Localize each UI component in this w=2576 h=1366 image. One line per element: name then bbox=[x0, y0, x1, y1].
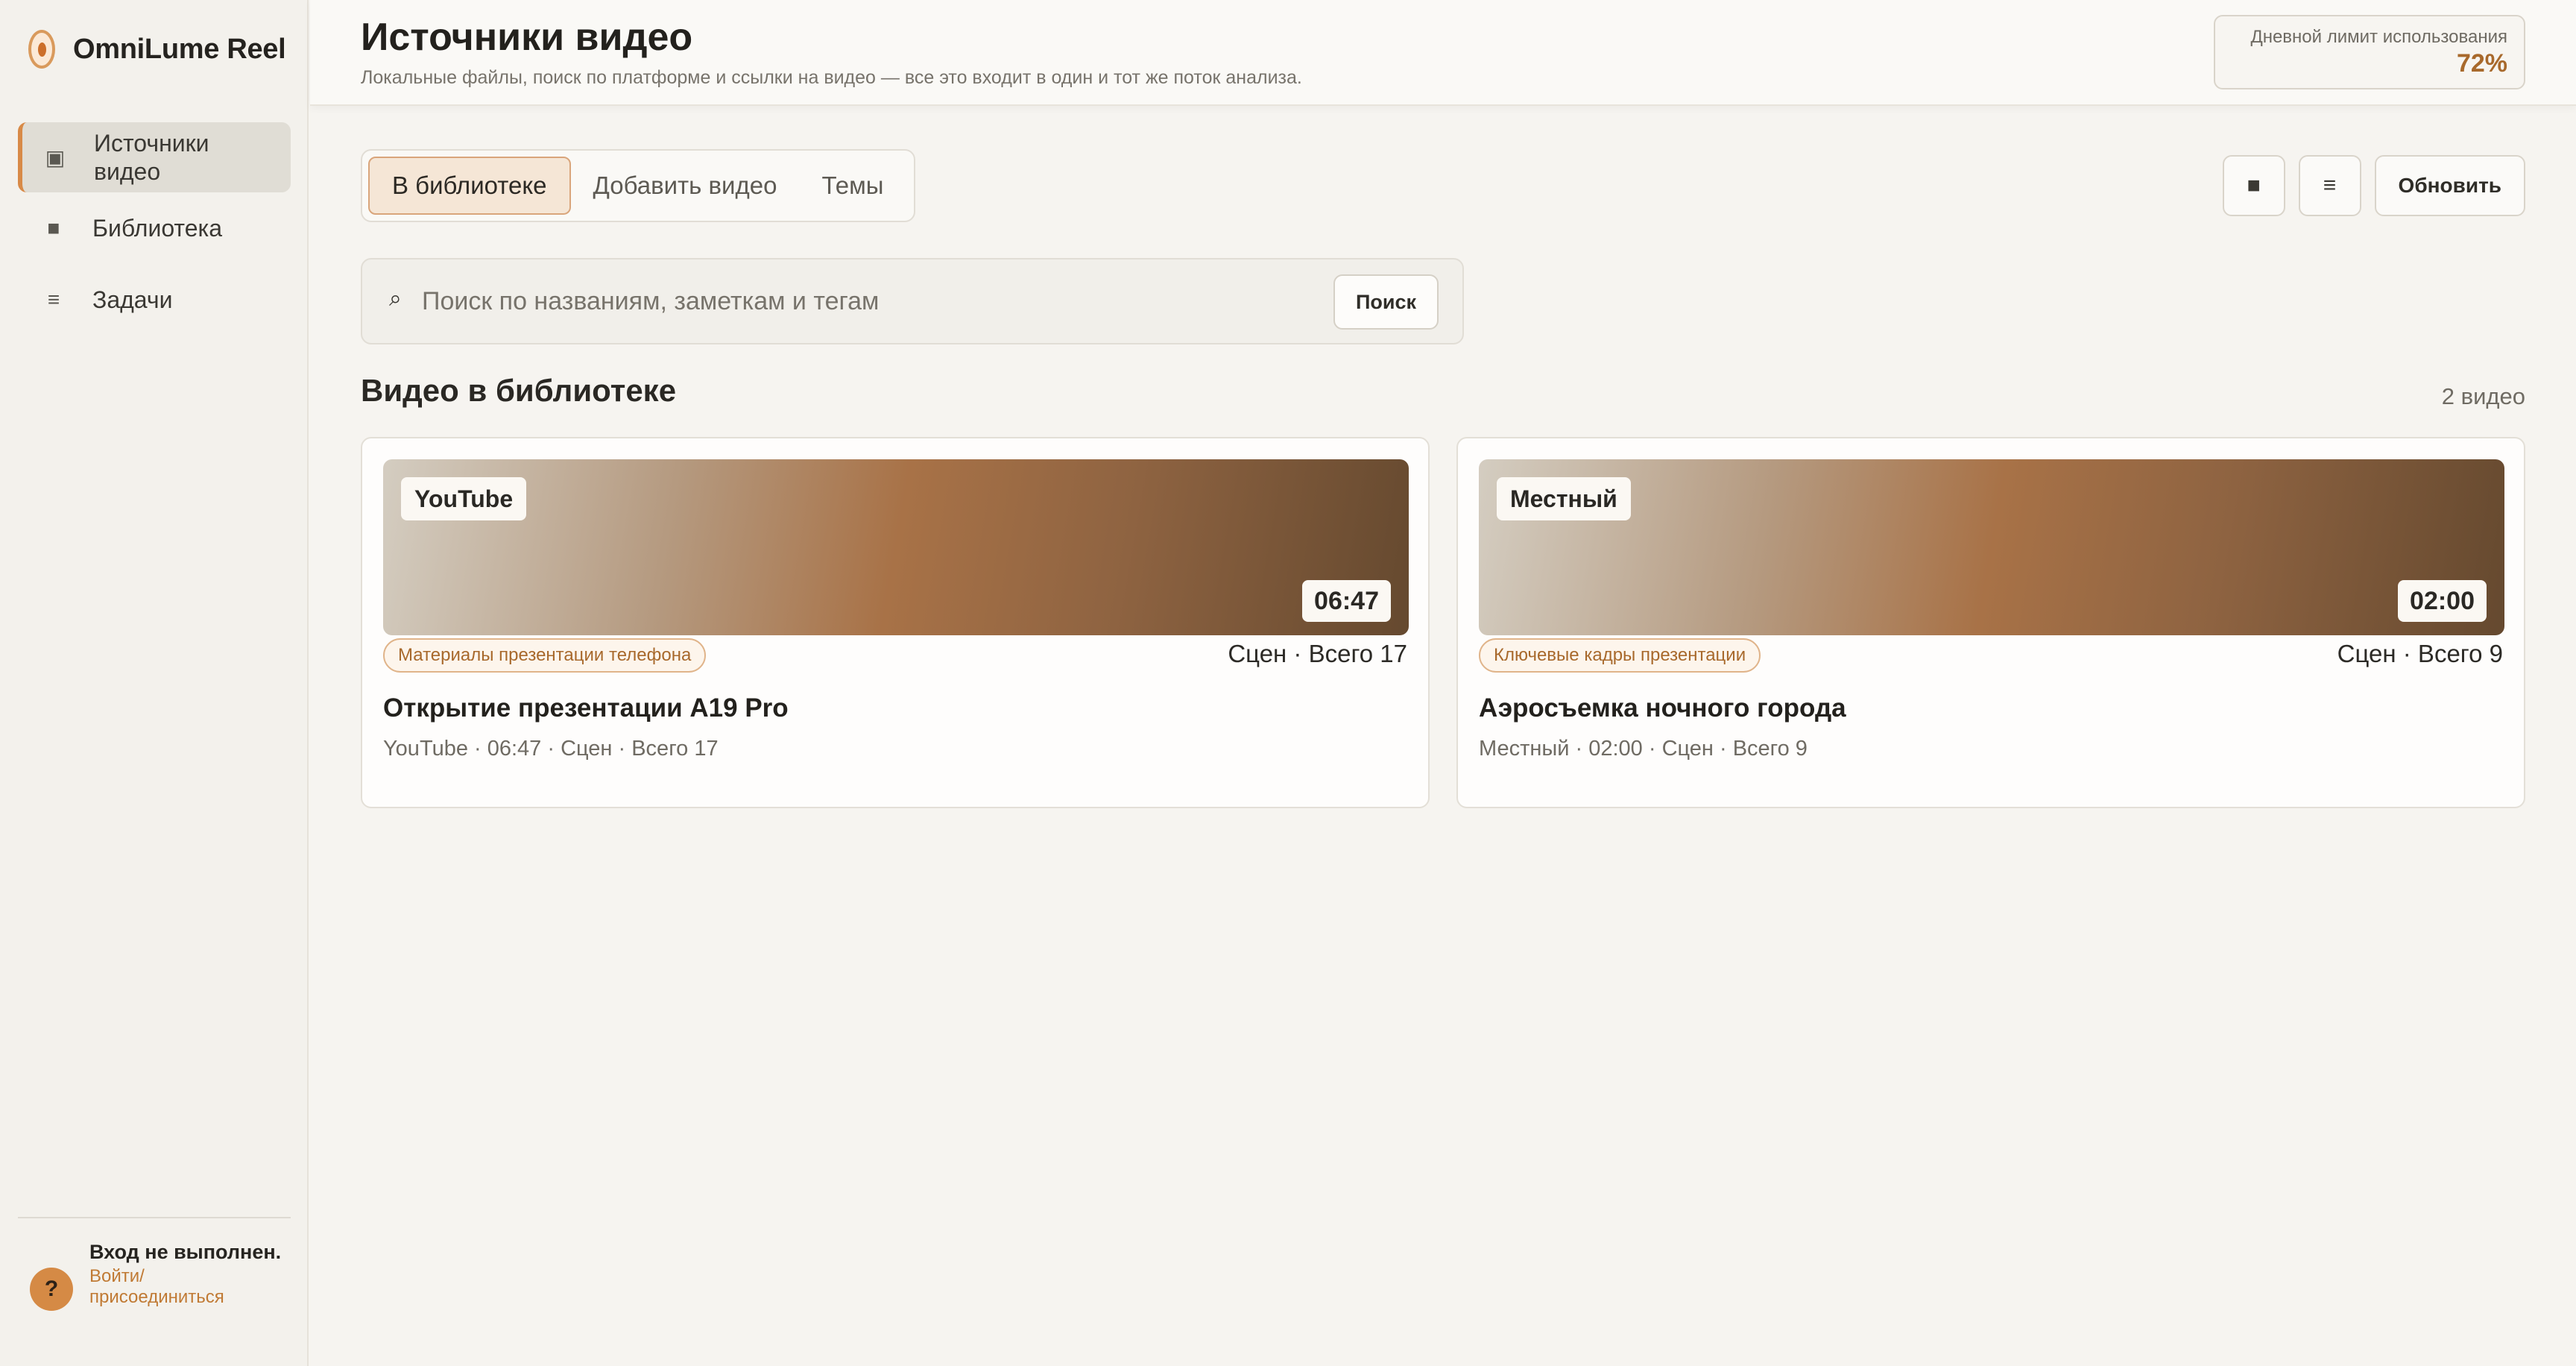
search-icon: ⌕ bbox=[389, 286, 402, 311]
video-meta: Местный · 02:00 · Сцен · Всего 9 bbox=[1479, 737, 1808, 761]
scene-count: Сцен · Всего 9 bbox=[2337, 640, 2503, 667]
top-bar: Источники видео Локальные файлы, поиск п… bbox=[310, 0, 2576, 106]
usage-limit-label: Дневной лимит использования bbox=[2250, 27, 2507, 47]
sidebar-item-label: Библиотека bbox=[92, 215, 222, 242]
grid-view-button[interactable]: ■ bbox=[2222, 155, 2285, 216]
page-title: Источники видео bbox=[361, 16, 693, 59]
sidebar-nav: ▣ Источники видео ■ Библиотека ≡ Задачи bbox=[18, 122, 291, 336]
tasks-icon: ≡ bbox=[47, 288, 60, 311]
page-subtitle: Локальные файлы, поиск по платформе и сс… bbox=[361, 67, 1302, 88]
avatar[interactable]: ? bbox=[30, 1268, 73, 1311]
video-tag[interactable]: Ключевые кадры презентации bbox=[1479, 638, 1761, 673]
source-badge: Местный bbox=[1497, 477, 1631, 520]
sidebar-item-label: Задачи bbox=[92, 286, 173, 313]
list-view-button[interactable]: ≡ bbox=[2298, 155, 2361, 216]
sidebar-item-video-sources[interactable]: ▣ Источники видео bbox=[18, 122, 291, 192]
sidebar-item-library[interactable]: ■ Библиотека bbox=[18, 192, 291, 264]
video-card[interactable]: Местный 02:00 Ключевые кадры презентации… bbox=[1456, 437, 2525, 808]
sidebar-item-label: Источники видео bbox=[94, 130, 209, 185]
search-input[interactable] bbox=[422, 280, 1242, 322]
login-link[interactable]: Войти/ присоединиться bbox=[89, 1266, 283, 1308]
brand[interactable]: OmniLume Reel bbox=[28, 28, 286, 70]
video-title[interactable]: Открытие презентации A19 Pro bbox=[383, 693, 789, 723]
login-status: Вход не выполнен. bbox=[89, 1241, 282, 1263]
source-badge: YouTube bbox=[401, 477, 527, 520]
tab-in-library[interactable]: В библиотеке bbox=[368, 157, 571, 215]
sidebar: OmniLume Reel ▣ Источники видео ■ Библио… bbox=[0, 0, 309, 1366]
video-tag[interactable]: Материалы презентации телефона bbox=[383, 638, 707, 673]
view-toolbar: ■ ≡ Обновить bbox=[2209, 155, 2525, 216]
scene-count: Сцен · Всего 17 bbox=[1228, 640, 1407, 667]
video-card[interactable]: YouTube 06:47 Материалы презентации теле… bbox=[361, 437, 1430, 808]
video-thumbnail[interactable]: Местный 02:00 bbox=[1479, 459, 2504, 635]
login-text: Вход не выполнен. Войти/ присоединиться bbox=[89, 1241, 283, 1311]
tab-topics[interactable]: Темы bbox=[799, 157, 906, 215]
usage-limit-value: 72% bbox=[2456, 49, 2507, 78]
app-name: OmniLume Reel bbox=[73, 33, 286, 65]
duration-badge: 06:47 bbox=[1302, 580, 1391, 622]
video-title[interactable]: Аэросъемка ночного города bbox=[1479, 693, 1846, 723]
library-icon: ■ bbox=[47, 216, 60, 239]
video-count: 2 видео bbox=[2441, 383, 2525, 409]
usage-limit-card: Дневной лимит использования 72% bbox=[2214, 15, 2525, 89]
section-title: Видео в библиотеке bbox=[361, 373, 677, 408]
login-panel: ? Вход не выполнен. Войти/ присоединитьс… bbox=[30, 1241, 283, 1311]
square-media-icon: ▣ bbox=[45, 145, 66, 169]
list-icon: ≡ bbox=[2323, 173, 2337, 198]
logo-icon bbox=[28, 30, 55, 69]
source-tabs: В библиотеке Добавить видео Темы bbox=[361, 149, 915, 222]
search-button[interactable]: Поиск bbox=[1333, 274, 1439, 330]
sidebar-item-tasks[interactable]: ≡ Задачи bbox=[18, 264, 291, 336]
refresh-button[interactable]: Обновить bbox=[2374, 155, 2525, 216]
video-thumbnail[interactable]: YouTube 06:47 bbox=[383, 459, 1409, 635]
sidebar-divider bbox=[18, 1217, 291, 1218]
search-bar: ⌕ Поиск bbox=[361, 258, 1464, 344]
tab-add-video[interactable]: Добавить видео bbox=[571, 157, 800, 215]
grid-icon: ■ bbox=[2247, 173, 2261, 198]
video-meta: YouTube · 06:47 · Сцен · Всего 17 bbox=[383, 737, 719, 761]
duration-badge: 02:00 bbox=[2398, 580, 2487, 622]
